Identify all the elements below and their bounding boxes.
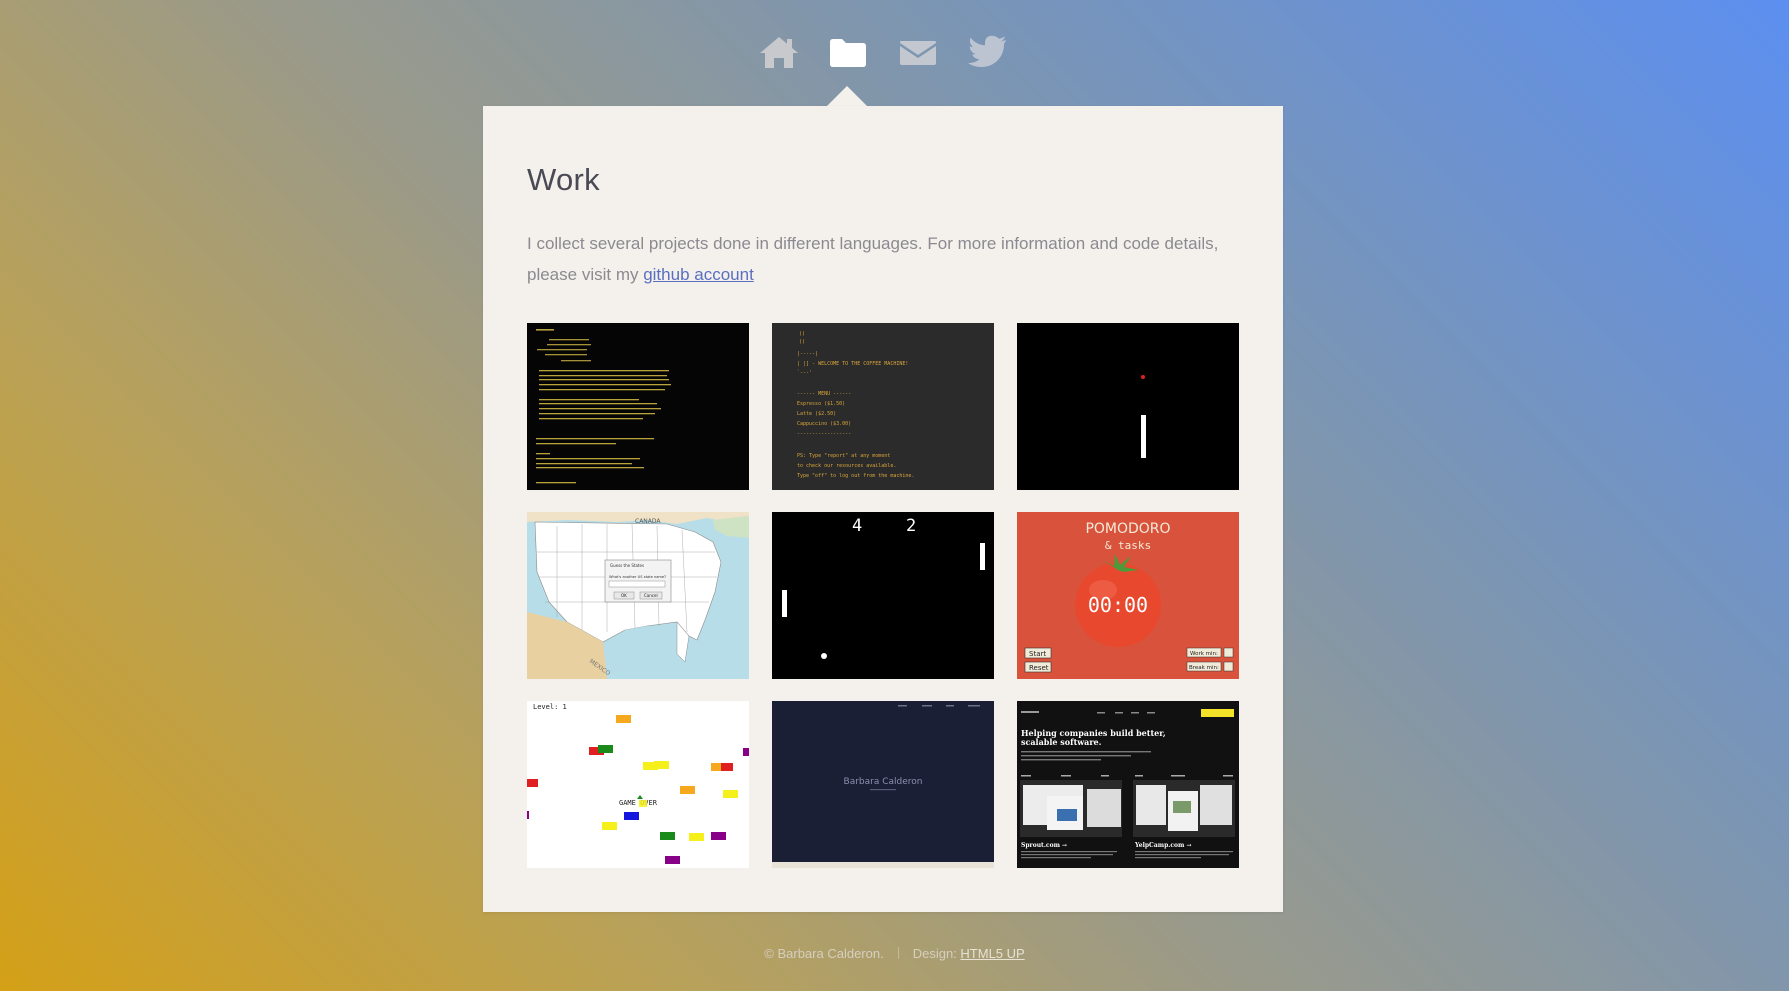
pong-ball [821, 653, 827, 659]
intro-text-body: I collect several projects done in diffe… [527, 234, 1219, 284]
pong-paddle-right [980, 543, 985, 570]
project-thumb-pong[interactable]: 4 2 [772, 512, 994, 679]
agency-headline-2: scalable software. [1021, 737, 1102, 747]
pomodoro-break-label: Break min: [1189, 665, 1219, 671]
panel-pointer [827, 86, 867, 106]
coffee-line-1: )) [799, 331, 805, 337]
home-icon[interactable] [754, 30, 804, 74]
pomodoro-timer: 00:00 [1088, 593, 1148, 617]
footer-separator [897, 947, 899, 959]
dialog-prompt: What's another US state name? [609, 575, 666, 579]
project-thumb-turtle-crossing[interactable]: Level: 1 GAME OVER [527, 701, 749, 868]
turtle-level: Level: 1 [533, 703, 567, 711]
work-panel: Work I collect several projects done in … [483, 106, 1283, 912]
coffee-line-12: to check our resources available. [797, 463, 896, 469]
pong-score-left: 4 [852, 516, 862, 536]
project-thumb-pomodoro[interactable]: POMODORO & tasks 00:00 Start Reset Work … [1017, 512, 1239, 679]
dialog-input[interactable] [608, 580, 666, 588]
page-title: Work [527, 162, 600, 197]
snake-body [1141, 415, 1146, 458]
coffee-line-10: ------------------ [797, 431, 851, 437]
project-thumb-blackjack[interactable] [527, 323, 749, 490]
twitter-icon[interactable] [963, 30, 1013, 74]
pomodoro-title: POMODORO [1085, 521, 1170, 537]
folder-icon[interactable] [823, 30, 873, 74]
coffee-line-5: `---' [797, 370, 812, 376]
coffee-line-2: (( [799, 339, 805, 345]
project-thumb-snake[interactable] [1017, 323, 1239, 490]
coffee-line-6: ------ MENU ------ [797, 391, 851, 397]
coffee-line-8: Latte ($2.50) [797, 411, 836, 417]
coffee-line-3: |-----| [797, 351, 818, 357]
footer: © Barbara Calderon. Design: HTML5 UP [0, 946, 1789, 961]
pomodoro-break-input[interactable] [1223, 661, 1234, 672]
coffee-line-9: Cappuccino ($3.00) [797, 421, 851, 427]
dialog-ok-label: OK [621, 593, 627, 598]
coffee-line-11: PS: Type "report" at any moment [797, 453, 890, 459]
pomodoro-work-label: Work min: [1190, 651, 1218, 657]
github-link[interactable]: github account [643, 265, 754, 284]
pomodoro-subtitle: & tasks [1105, 539, 1151, 552]
pomodoro-work-input[interactable] [1223, 647, 1234, 658]
turtle-game-over: GAME OVER [619, 799, 658, 807]
pomodoro-reset-label: Reset [1029, 664, 1049, 672]
pong-paddle-left [782, 590, 787, 617]
map-label-canada: CANADA [635, 518, 661, 525]
coffee-line-13: Type "off" to log out from the machine. [797, 473, 914, 479]
footer-design-link[interactable]: HTML5 UP [960, 946, 1024, 961]
project-thumb-portfolio[interactable]: Barbara Calderon [772, 701, 994, 868]
project-thumb-us-states[interactable]: CANADA MEXICO Guess the States What's an… [527, 512, 749, 679]
top-nav [0, 30, 1789, 80]
agency-card-2: YelpCamp.com → [1134, 842, 1191, 849]
intro-text: I collect several projects done in diffe… [527, 228, 1239, 290]
pomodoro-start-label: Start [1029, 650, 1046, 658]
dialog-cancel-label: Cancel [644, 593, 658, 598]
project-thumb-agency[interactable]: Helping companies build better, scalable… [1017, 701, 1239, 868]
footer-copyright: © Barbara Calderon. [764, 946, 884, 961]
portfolio-name: Barbara Calderon [844, 777, 923, 787]
coffee-line-4: | |] - WELCOME TO THE COFFEE MACHINE! [797, 361, 908, 367]
agency-card-1: Sprout.com → [1021, 842, 1067, 849]
footer-design-label: Design: [912, 946, 957, 961]
project-thumb-coffee-machine[interactable]: )) (( |-----| | |] - WELCOME TO THE COFF… [772, 323, 994, 490]
pong-score-right: 2 [906, 516, 916, 536]
coffee-line-7: Espresso ($1.50) [797, 401, 845, 407]
snake-food [1141, 375, 1145, 379]
envelope-icon[interactable] [893, 30, 943, 74]
dialog-title: Guess the States [610, 563, 644, 568]
